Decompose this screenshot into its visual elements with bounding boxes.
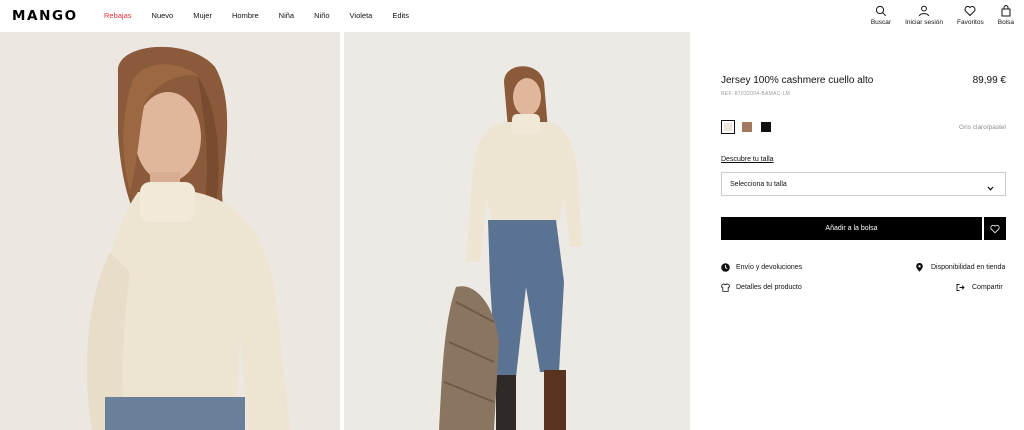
favorites-button[interactable]: Favoritos bbox=[957, 5, 984, 26]
location-pin-icon bbox=[916, 263, 923, 272]
mango-logo[interactable]: MANGO bbox=[12, 8, 78, 24]
color-swatch-light-grey[interactable] bbox=[721, 120, 735, 134]
store-availability-label: Disponibilidad en tienda bbox=[931, 264, 1006, 271]
product-info-panel: Jersey 100% cashmere cuello alto 89,99 €… bbox=[690, 32, 1024, 430]
color-swatch-black[interactable] bbox=[759, 120, 773, 134]
login-button[interactable]: Iniciar sesión bbox=[905, 5, 943, 26]
product-price: 89,99 € bbox=[972, 75, 1006, 86]
share-link[interactable]: Compartir bbox=[956, 283, 1003, 292]
product-image-full[interactable] bbox=[344, 32, 690, 430]
chevron-down-icon bbox=[986, 180, 995, 191]
add-to-favorites-button[interactable] bbox=[984, 217, 1006, 240]
shipping-returns-label: Envío y devoluciones bbox=[736, 264, 803, 271]
nav-item-nino[interactable]: Niño bbox=[314, 11, 329, 20]
nav-item-nuevo[interactable]: Nuevo bbox=[152, 11, 174, 20]
nav-item-edits[interactable]: Edits bbox=[392, 11, 409, 20]
product-reference: REF. 87032004-BAMAC-LM bbox=[721, 91, 791, 97]
bag-button[interactable]: Bolsa bbox=[998, 5, 1014, 26]
header-actions: Buscar Iniciar sesión Favoritos Bolsa bbox=[857, 5, 1014, 26]
bag-icon bbox=[1001, 5, 1011, 17]
search-label: Buscar bbox=[870, 19, 892, 26]
shipping-returns-link[interactable]: Envío y devoluciones bbox=[721, 263, 802, 272]
nav-item-hombre[interactable]: Hombre bbox=[232, 11, 259, 20]
color-swatch-brown[interactable] bbox=[740, 120, 754, 134]
add-to-bag-button[interactable]: Añadir a la bolsa bbox=[721, 217, 982, 240]
size-select-value: Selecciona tu talla bbox=[730, 181, 787, 188]
login-label: Iniciar sesión bbox=[905, 19, 943, 26]
site-header: MANGO Rebajas Nuevo Mujer Hombre Niña Ni… bbox=[0, 0, 1024, 32]
favorites-label: Favoritos bbox=[957, 19, 984, 26]
shirt-icon bbox=[721, 283, 730, 292]
color-swatches bbox=[721, 120, 778, 134]
size-select[interactable]: Selecciona tu talla bbox=[721, 172, 1006, 196]
nav-item-mujer[interactable]: Mujer bbox=[193, 11, 212, 20]
product-details-label: Detalles del producto bbox=[736, 284, 802, 291]
share-icon bbox=[956, 284, 965, 291]
main-nav: Rebajas Nuevo Mujer Hombre Niña Niño Vio… bbox=[104, 11, 429, 20]
nav-item-violeta[interactable]: Violeta bbox=[350, 11, 373, 20]
bag-label: Bolsa bbox=[997, 19, 1014, 26]
store-availability-link[interactable]: Disponibilidad en tienda bbox=[915, 263, 1005, 272]
product-image-closeup[interactable] bbox=[0, 32, 340, 430]
heart-icon bbox=[990, 224, 1000, 233]
search-button[interactable]: Buscar bbox=[871, 5, 891, 26]
heart-icon bbox=[964, 6, 976, 17]
clock-icon bbox=[721, 263, 730, 272]
product-title: Jersey 100% cashmere cuello alto bbox=[721, 75, 874, 86]
nav-item-rebajas[interactable]: Rebajas bbox=[104, 11, 132, 20]
size-guide-link[interactable]: Descubre tu talla bbox=[721, 156, 774, 163]
product-details-link[interactable]: Detalles del producto bbox=[721, 283, 802, 292]
search-icon bbox=[875, 5, 887, 17]
nav-item-nina[interactable]: Niña bbox=[279, 11, 294, 20]
user-icon bbox=[919, 5, 930, 17]
selected-color-name: Gris claro/pastel bbox=[959, 124, 1006, 131]
share-label: Compartir bbox=[972, 284, 1003, 291]
